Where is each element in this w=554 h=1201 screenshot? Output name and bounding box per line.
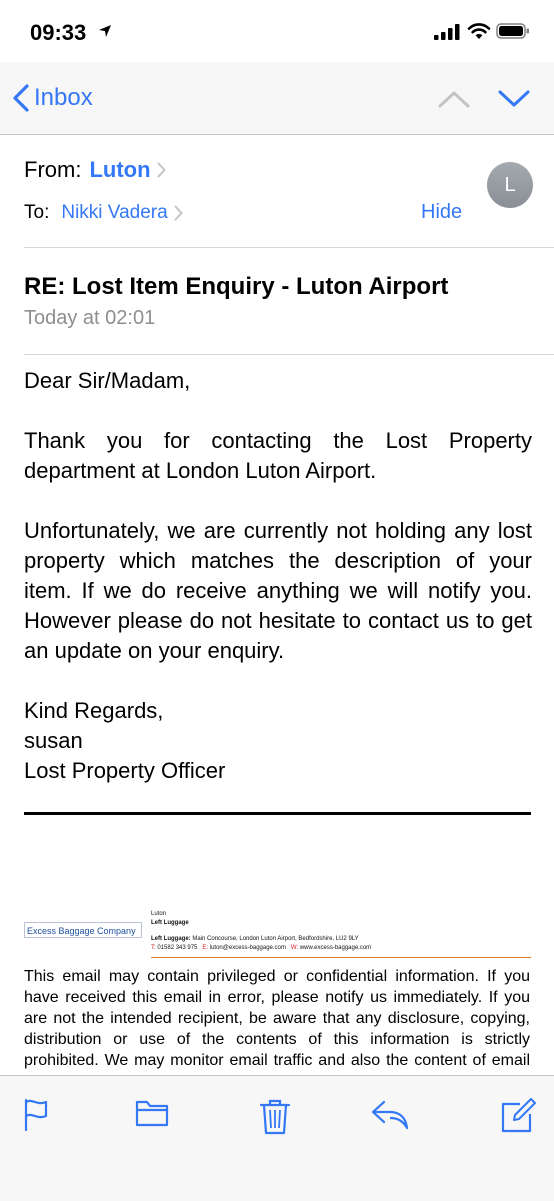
bottom-toolbar [0,1075,554,1201]
address-label: Left Luggage: [151,936,191,942]
hide-details-button[interactable]: Hide [421,201,462,224]
from-row: From: Luton [24,157,166,183]
chevron-right-icon [157,162,166,178]
status-time: 09:33 [30,20,87,45]
divider [24,247,554,248]
email-value[interactable]: luton@excess-baggage.com [210,945,286,951]
status-bar: 09:33 [0,0,554,62]
previous-message-icon[interactable] [438,90,470,108]
next-message-icon[interactable] [498,90,530,108]
banner-spacer [151,927,371,935]
from-label: From: [24,157,82,182]
divider [24,354,554,355]
signature-rule [24,812,531,815]
wifi-icon [467,23,491,39]
signature-banner: Luton Left Luggage Left Luggage: Main Co… [151,910,371,952]
email-label: E: [202,944,209,951]
banner-line: Luton [151,911,167,917]
message-subject: RE: Lost Item Enquiry - Luton Airport [24,273,449,300]
sender-name: susan [24,728,83,753]
banner-line: Left Luggage [151,919,189,926]
back-to-inbox-button[interactable]: Inbox [12,83,93,113]
chevron-left-icon [13,84,29,112]
cellular-signal-icon [434,24,460,40]
tel-value[interactable]: 01582 343 975 [157,945,197,951]
body-paragraph: Unfortunately, we are currently not hold… [24,518,532,663]
chevron-right-icon [174,205,183,221]
to-label: To: [24,202,50,223]
to-recipient-link[interactable]: Nikki Vadera [61,202,167,224]
tel-label: T: [151,944,156,951]
message-date: Today at 02:01 [24,307,156,329]
banner-address: Left Luggage: Main Concourse, London Lut… [151,935,371,944]
reply-icon[interactable] [370,1098,410,1130]
sender-role: Lost Property Officer [24,758,226,783]
company-logo: Excess Baggage Company [24,922,142,938]
web-label: W: [290,944,299,951]
web-value[interactable]: www.excess-baggage.com [300,945,371,951]
to-row: To: Nikki Vadera [24,202,183,224]
greeting: Dear Sir/Madam, [24,368,191,393]
back-label: Inbox [34,84,93,111]
closing: Kind Regards, [24,698,164,723]
disclaimer-text: This email may contain privileged or con… [24,968,530,1074]
location-arrow-icon [99,25,111,37]
banner-underline [151,957,531,958]
compose-icon[interactable] [500,1098,536,1134]
flag-icon[interactable] [23,1098,49,1132]
avatar[interactable]: L [487,162,533,208]
banner-contacts: T: 01582 343 975 E: luton@excess-baggage… [151,944,371,953]
navigation-bar: Inbox [0,62,554,135]
battery-icon [496,23,529,39]
trash-icon[interactable] [259,1098,291,1136]
folder-icon[interactable] [135,1098,169,1128]
body-paragraph: Thank you for contacting the Lost Proper… [24,428,532,483]
from-sender-link[interactable]: Luton [89,157,150,183]
message-body: Dear Sir/Madam, Thank you for contacting… [24,366,532,786]
address-text: Main Concourse, London Luton Airport, Be… [192,936,359,942]
